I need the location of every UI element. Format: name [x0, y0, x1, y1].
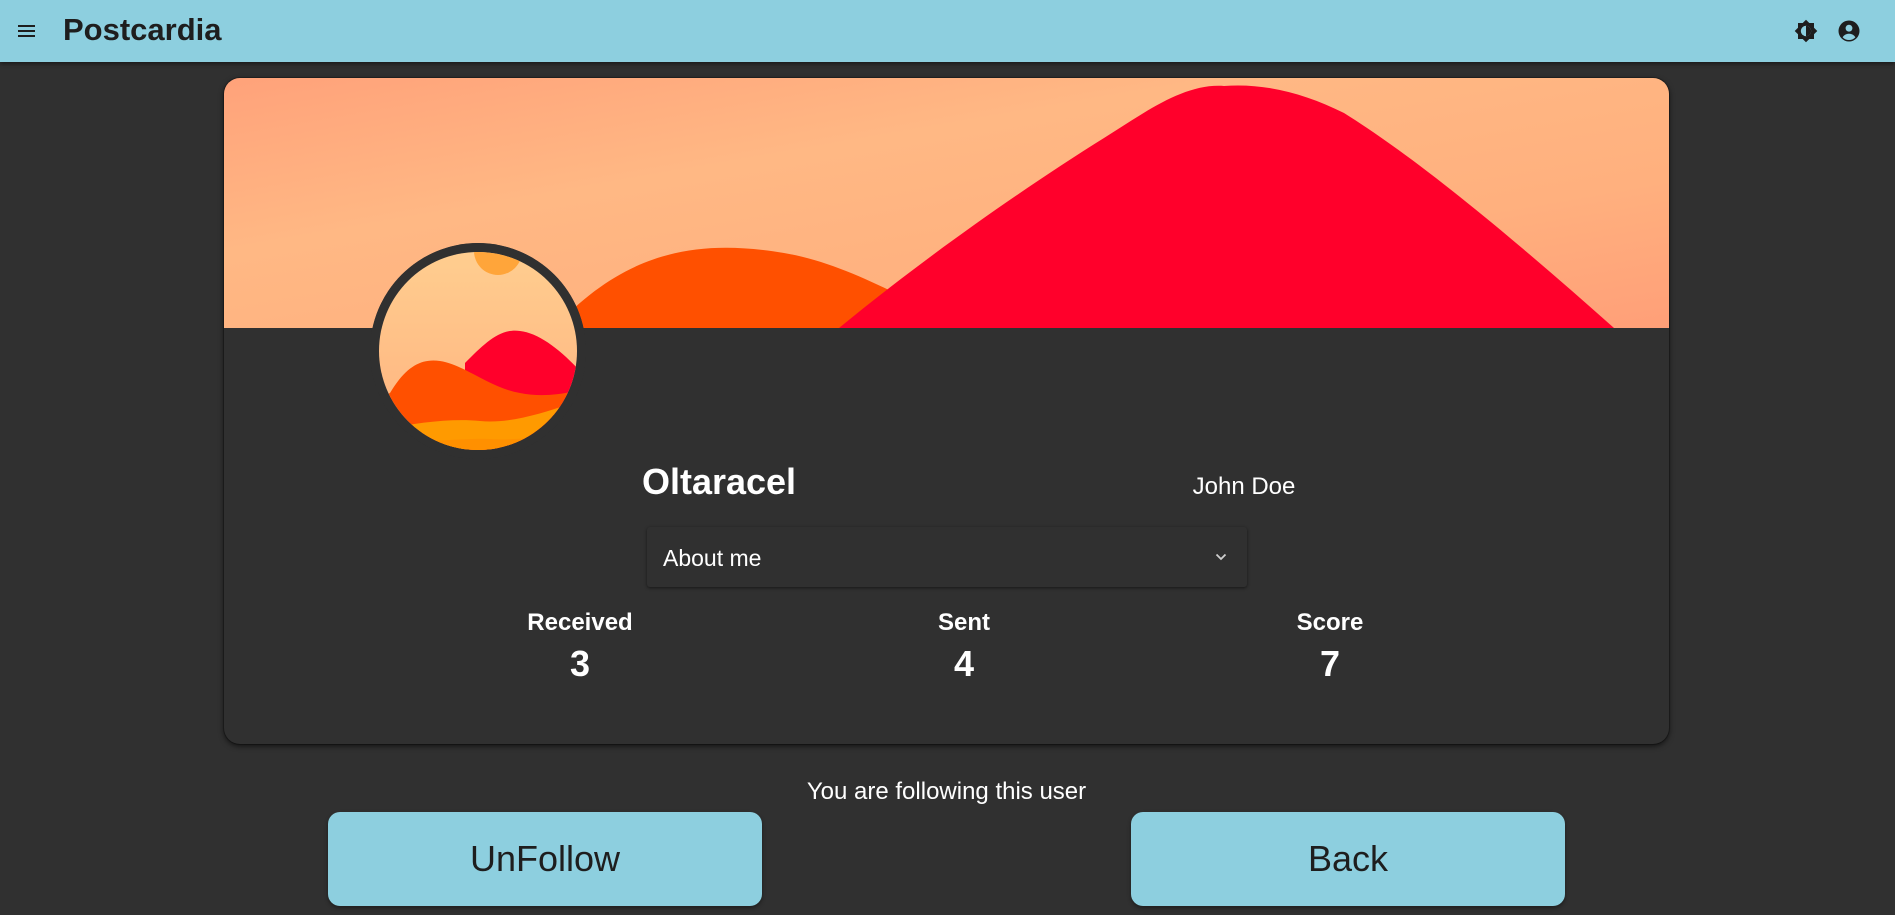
stat-sent: Sent 4 [884, 608, 1044, 686]
app-title[interactable]: Postcardia [63, 11, 222, 49]
chevron-down-icon [1215, 553, 1227, 561]
account-circle-icon [1838, 20, 1860, 42]
about-me-expander[interactable]: About me [647, 527, 1247, 587]
theme-toggle-button[interactable] [1790, 15, 1822, 47]
stat-received-label: Received [527, 609, 633, 636]
menu-button[interactable] [12, 14, 42, 48]
follow-status-text: You are following this user [806, 778, 1087, 805]
stat-sent-label: Sent [937, 609, 990, 636]
stat-score: Score 7 [1250, 608, 1410, 686]
back-button[interactable]: Back [1131, 812, 1565, 906]
stat-received-value: 3 [569, 643, 591, 684]
menu-icon [18, 25, 35, 37]
profile-full-name: John Doe [1192, 473, 1296, 500]
profile-username: Oltaracel [641, 461, 797, 502]
profile-avatar [370, 243, 586, 459]
profile-card: Oltaracel John Doe About me Received 3 S… [224, 78, 1669, 744]
stat-score-label: Score [1296, 609, 1364, 636]
unfollow-button[interactable]: UnFollow [328, 812, 762, 906]
account-button[interactable] [1833, 15, 1865, 47]
top-app-bar: Postcardia [0, 0, 1895, 62]
stat-score-value: 7 [1319, 643, 1341, 684]
stat-received: Received 3 [500, 608, 660, 686]
about-me-label: About me [663, 545, 762, 571]
brightness-icon [1794, 19, 1818, 43]
stat-sent-value: 4 [953, 643, 975, 684]
